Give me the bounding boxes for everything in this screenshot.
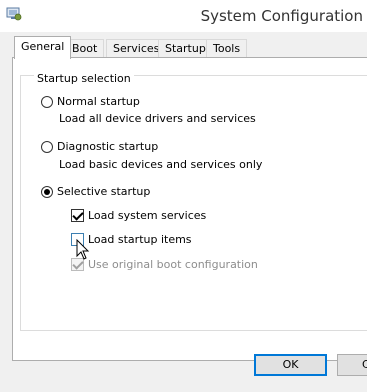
cancel-button[interactable]: Ca [337,354,367,376]
normal-startup-description: Load all device drivers and services [59,112,256,125]
title-bar: System Configuration [0,0,367,32]
selective-startup-radio[interactable] [41,185,53,198]
use-original-boot-config-label: Use original boot configuration [88,258,258,271]
load-system-services-label[interactable]: Load system services [88,209,206,222]
diagnostic-startup-label[interactable]: Diagnostic startup [57,140,158,153]
ok-button[interactable]: OK [254,354,327,376]
tab-general[interactable]: General [14,36,72,59]
normal-startup-radio[interactable] [41,95,53,108]
startup-selection-legend: Startup selection [34,72,134,85]
normal-startup-label[interactable]: Normal startup [57,95,140,108]
selective-startup-label[interactable]: Selective startup [57,185,150,198]
diagnostic-startup-option[interactable]: Diagnostic startup [41,140,158,153]
use-original-boot-config-option: Use original boot configuration [71,258,258,271]
normal-startup-option[interactable]: Normal startup [41,95,140,108]
window-title: System Configuration [200,7,363,25]
load-system-services-checkbox[interactable] [71,209,84,222]
tab-tools[interactable]: Tools [206,39,248,58]
tab-startup[interactable]: Startup [158,39,213,58]
diagnostic-startup-description: Load basic devices and services only [59,158,263,171]
tab-strip: General Boot Services Startup Tools [0,32,367,59]
dialog-client-area: General Boot Services Startup Tools Star… [0,32,367,392]
selective-startup-option[interactable]: Selective startup [41,185,150,198]
msconfig-icon [6,7,22,21]
load-startup-items-label[interactable]: Load startup items [88,233,192,246]
diagnostic-startup-radio[interactable] [41,140,53,153]
load-system-services-option[interactable]: Load system services [71,209,206,222]
mouse-pointer-icon [76,239,90,260]
